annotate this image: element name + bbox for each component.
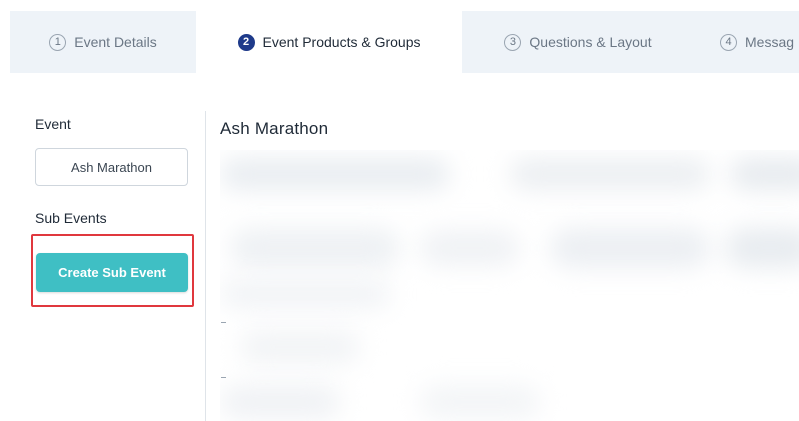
tab-event-details[interactable]: 1 Event Details [10,11,196,73]
tab-label: Event Details [74,34,157,50]
blurred-row [220,280,390,308]
tab-event-products-groups[interactable]: 2 Event Products & Groups [196,11,462,73]
event-selector[interactable]: Ash Marathon [35,148,188,186]
blurred-row [220,385,340,419]
wizard-tab-bar: 1 Event Details 2 Event Products & Group… [0,0,799,73]
tab-label: Messag [745,34,795,50]
create-sub-event-button[interactable]: Create Sub Event [36,253,188,292]
tab-label: Questions & Layout [529,34,652,50]
blurred-row [725,228,799,268]
step-number-badge: 3 [504,33,522,51]
blurred-row [550,228,710,268]
tab-questions-layout[interactable]: 3 Questions & Layout [462,11,694,73]
step-number-badge: 2 [237,33,255,51]
blurred-row [510,158,710,190]
tab-label: Event Products & Groups [262,34,421,50]
column-divider [205,111,206,421]
blurred-row [420,230,520,266]
blurred-row [730,158,799,190]
blurred-mark [221,322,226,323]
blurred-row [240,330,360,364]
blurred-row [420,385,540,419]
page-title: Ash Marathon [220,119,329,138]
event-label: Event [35,116,71,132]
blurred-row [230,228,400,268]
step-number-badge: 4 [720,33,737,51]
blurred-content-area [220,150,799,421]
sub-events-label: Sub Events [35,210,107,226]
blurred-row [220,158,450,190]
tab-messages[interactable]: 4 Messag [694,11,799,73]
step-number-badge: 1 [49,33,67,51]
blurred-mark [221,377,226,378]
